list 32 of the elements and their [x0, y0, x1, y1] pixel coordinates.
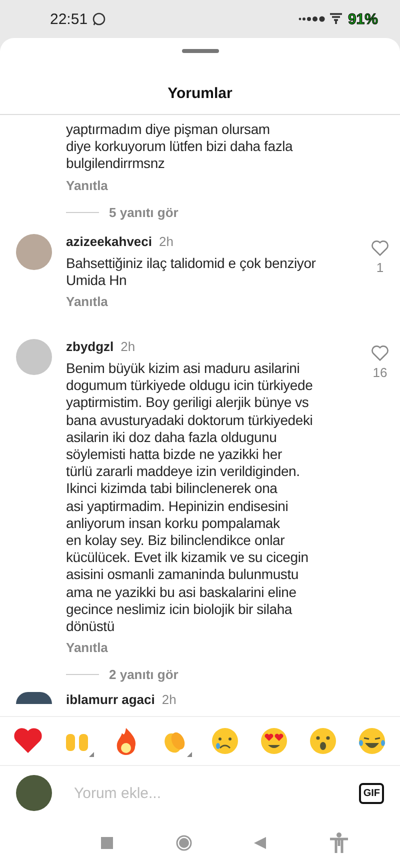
clock: 22:51	[50, 10, 88, 28]
recents-icon[interactable]	[101, 837, 114, 849]
reply-button[interactable]: Yanıtla	[66, 178, 108, 193]
accessibility-icon[interactable]	[328, 832, 349, 854]
comment-text: Benim büyük kizim asi maduru asilarini dogumum türkiyede oldugu icin türkiyede yaptirmistim. Boy geriligi alerjik bünye vs bana avusturyadaki doktorum türkiyedeki asilarin iki doz daha fazla oldugunu söylemisti hatta bizde ne yazikki her türlü zararli maddeye izin verildiginden. Ikinci kizimda tabi bilinclenerek ona asi yaptirmadim. Hepinizin endisesini anliyorum insan korku pompalamak en kolay sey. Biz bilinclendikce onlar kücülücek. Evet ilk kizamik ve su cicegin asisini osmanli zamaninda bulunmustu ama ne yazikki bu asi baskalarini eline gecince neslimiz icin biolojik bir silaha dönüstü	[66, 360, 314, 636]
comment-time: 2h	[159, 234, 174, 249]
comment-time: 2h	[120, 339, 136, 354]
signal-dots-icon	[298, 16, 326, 22]
sheet-title: Yorumlar	[0, 53, 400, 115]
wifi-icon	[330, 13, 344, 25]
chat-app-icon	[92, 12, 106, 26]
reply-button[interactable]: Yanıtla	[66, 294, 108, 310]
comment-text: yaptırmadım diye pişman olursam diye korkuyorum lütfen bizi daha fazla bulgilendirrmsnz	[66, 121, 294, 173]
battery-percentage: 91%	[348, 10, 378, 28]
heart-icon[interactable]	[371, 345, 389, 362]
comment-time: 2h	[162, 692, 176, 708]
username[interactable]: azizeekahveci	[66, 234, 152, 249]
gif-button[interactable]: GIF	[359, 782, 384, 804]
avatar	[16, 775, 52, 811]
back-icon[interactable]	[254, 837, 266, 849]
heart-icon[interactable]	[371, 240, 389, 256]
view-replies-button[interactable]: 5 yanıtı gör	[66, 204, 390, 220]
reply-button[interactable]: Yanıtla	[66, 640, 108, 656]
comment-text: Bahsettiğiniz ilaç talidomid e çok benziyor Umida Hn	[66, 254, 317, 290]
username[interactable]: iblamurr agaci	[66, 692, 155, 708]
like-count: 1	[376, 260, 384, 275]
drag-handle[interactable]	[182, 49, 218, 53]
home-icon[interactable]	[176, 835, 192, 851]
view-replies-button[interactable]: 2 yanıtı gör	[66, 667, 356, 682]
username[interactable]: zbydgzl	[66, 339, 114, 354]
avatar[interactable]	[16, 692, 52, 704]
like-count: 16	[372, 365, 388, 380]
